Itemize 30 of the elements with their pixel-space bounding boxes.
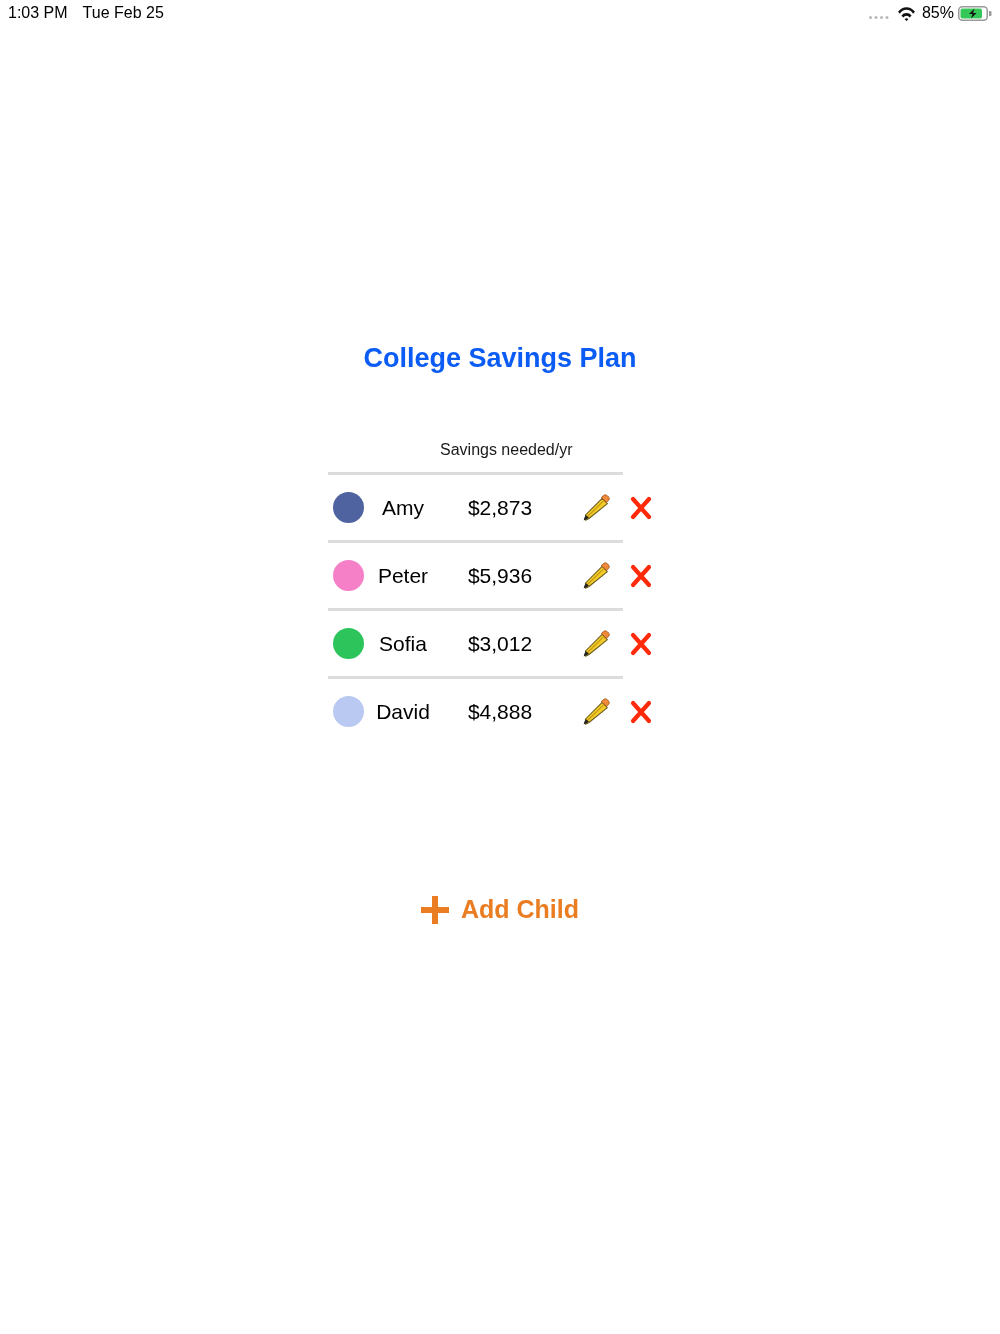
add-child-button[interactable]: Add Child: [421, 892, 579, 928]
edit-button[interactable]: [581, 492, 611, 523]
column-header: Savings needed/yr: [440, 440, 573, 460]
savings-amount: $5,936: [467, 562, 533, 589]
pencil-icon: [582, 697, 610, 726]
close-icon: [630, 495, 652, 520]
close-icon: [630, 631, 652, 656]
child-name: Peter: [377, 562, 429, 589]
page-title: College Savings Plan: [363, 342, 637, 375]
child-name: Amy: [382, 494, 424, 521]
status-date: Tue Feb 25: [82, 3, 164, 23]
child-name: Sofia: [379, 630, 427, 657]
child-name: David: [376, 698, 430, 725]
savings-amount: $2,873: [467, 494, 533, 521]
wifi-icon: [896, 5, 916, 21]
plus-icon: [421, 896, 449, 924]
battery-icon: [958, 5, 992, 21]
pencil-icon: [582, 493, 610, 522]
savings-amount: $4,888: [467, 698, 533, 725]
status-time: 1:03 PM: [8, 3, 68, 23]
pencil-icon: [582, 629, 610, 658]
savings-amount: $3,012: [467, 630, 533, 657]
edit-button[interactable]: [581, 628, 611, 659]
edit-button[interactable]: [581, 696, 611, 727]
close-icon: [630, 699, 652, 724]
pencil-icon: [582, 561, 610, 590]
battery-percent: 85%: [921, 3, 954, 23]
edit-button[interactable]: [581, 560, 611, 591]
close-icon: [630, 563, 652, 588]
signal-icon: [868, 15, 889, 19]
